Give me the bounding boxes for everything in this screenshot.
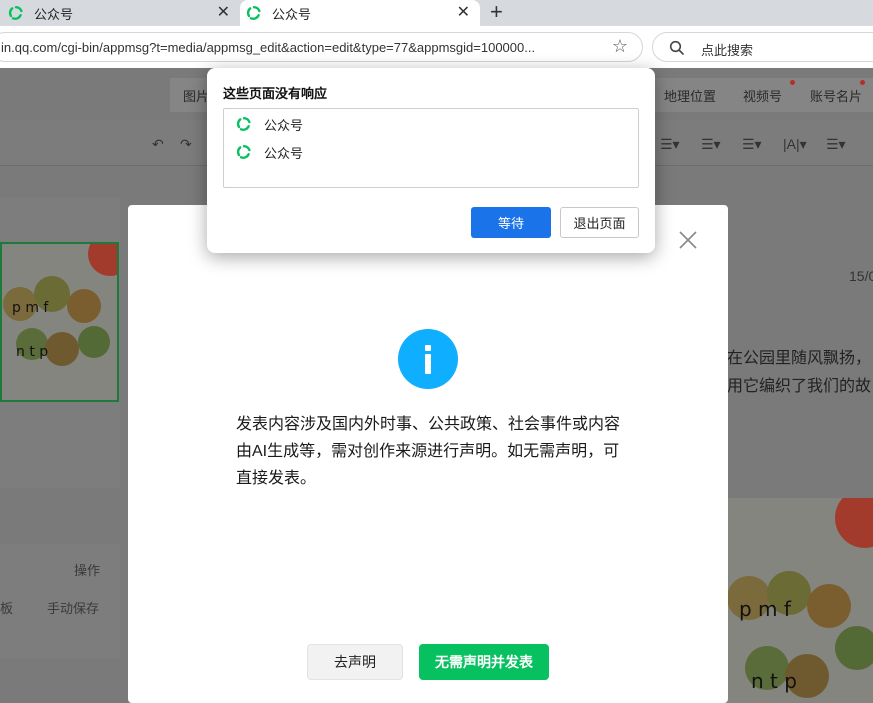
wechat-official-account-icon [246, 6, 261, 20]
address-bar-row: in.qq.com/cgi-bin/appmsg?t=media/appmsg_… [0, 26, 873, 68]
close-tab-icon[interactable]: ✕ [457, 4, 470, 22]
search-placeholder: 点此搜索 [701, 43, 754, 58]
manual-save-link[interactable]: 手动保存 [47, 598, 99, 617]
actions-header: 操作 [74, 563, 101, 578]
toolbar-location[interactable]: 地理位置 [664, 86, 716, 105]
cover-thumbnail[interactable]: p m f n t p [0, 242, 119, 402]
align-icon[interactable]: ☰▾ [660, 136, 680, 153]
letter-spacing-icon[interactable]: |A|▾ [783, 136, 807, 153]
page-title: 公众号 [264, 145, 304, 161]
svg-text:p m f: p m f [739, 597, 792, 621]
list-icon[interactable]: ☰▾ [826, 136, 846, 153]
unresponsive-pages-list: 公众号 公众号 [223, 108, 639, 188]
bookmark-star-icon[interactable]: ☆ [612, 36, 628, 57]
wechat-official-account-icon [236, 117, 251, 131]
svg-text:p m f: p m f [12, 300, 49, 316]
toolbar-channels[interactable]: 视频号 [743, 86, 782, 105]
tab-title: 公众号 [34, 6, 74, 22]
info-icon [398, 329, 458, 389]
undo-icon[interactable]: ↶ [152, 136, 164, 153]
new-tab-button[interactable]: + [490, 1, 503, 23]
close-icon[interactable] [677, 229, 699, 251]
tab-bar: 公众号 ✕ 公众号 ✕ + [0, 0, 873, 26]
list-item: 公众号 [236, 115, 303, 133]
toolbar-image[interactable]: 图片 [183, 86, 209, 105]
article-paragraph-line[interactable]: 用它编织了我们的故 [727, 372, 871, 396]
notification-dot [790, 80, 795, 85]
tab-gongzhonghao-1[interactable]: 公众号 ✕ [0, 0, 240, 26]
popup-title: 这些页面没有响应 [223, 86, 328, 101]
search-icon [669, 40, 684, 55]
article-image-art: p m f n t p [727, 498, 873, 703]
declaration-dialog: 发表内容涉及国内外时事、公共政策、社会事件或内容由AI生成等，需对创作来源进行声… [128, 205, 728, 703]
date-fragment: 15/0 [849, 268, 873, 284]
declare-button[interactable]: 去声明 [307, 644, 403, 680]
toolbar-account-card[interactable]: 账号名片 [810, 86, 862, 105]
svg-text:n t p: n t p [751, 669, 797, 693]
redo-icon[interactable]: ↷ [180, 136, 192, 153]
publish-without-declaration-button[interactable]: 无需声明并发表 [419, 644, 549, 680]
cover-image: p m f n t p [2, 244, 117, 400]
draft-label: 板 [0, 601, 14, 616]
line-spacing-icon[interactable]: ☰▾ [701, 136, 721, 153]
article-image[interactable]: p m f n t p [727, 498, 873, 703]
tab-gongzhonghao-2[interactable]: 公众号 ✕ [240, 0, 480, 26]
search-box[interactable]: 点此搜索 [652, 32, 873, 62]
page-unresponsive-popup: 这些页面没有响应 公众号 公众号 等待 退出页面 [207, 68, 655, 253]
url-bar[interactable]: in.qq.com/cgi-bin/appmsg?t=media/appmsg_… [0, 32, 643, 62]
tab-title: 公众号 [272, 6, 312, 22]
dialog-message: 发表内容涉及国内外时事、公共政策、社会事件或内容由AI生成等，需对创作来源进行声… [236, 416, 621, 487]
indent-icon[interactable]: ☰▾ [742, 136, 762, 153]
url-text[interactable]: in.qq.com/cgi-bin/appmsg?t=media/appmsg_… [1, 40, 535, 55]
article-paragraph-line[interactable]: 在公园里随风飘扬， [727, 344, 871, 368]
page-title: 公众号 [264, 117, 304, 133]
wechat-official-account-icon [8, 6, 23, 20]
exit-page-button[interactable]: 退出页面 [560, 207, 639, 238]
svg-text:n t p: n t p [16, 344, 48, 360]
list-item: 公众号 [236, 143, 303, 161]
wechat-official-account-icon [236, 145, 251, 159]
notification-dot [860, 80, 865, 85]
close-tab-icon[interactable]: ✕ [217, 4, 230, 22]
wait-button[interactable]: 等待 [471, 207, 551, 238]
